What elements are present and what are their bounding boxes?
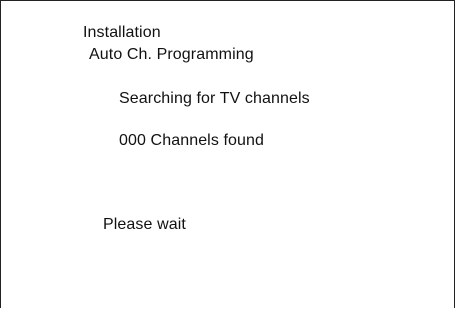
search-status-text: Searching for TV channels bbox=[119, 90, 310, 107]
submenu-title: Auto Ch. Programming bbox=[89, 46, 254, 63]
channels-found-count: 000 Channels found bbox=[119, 132, 265, 149]
menu-title: Installation bbox=[83, 24, 161, 41]
osd-screen-frame: Installation Auto Ch. Programming Search… bbox=[0, 0, 455, 308]
please-wait-message: Please wait bbox=[103, 216, 186, 233]
